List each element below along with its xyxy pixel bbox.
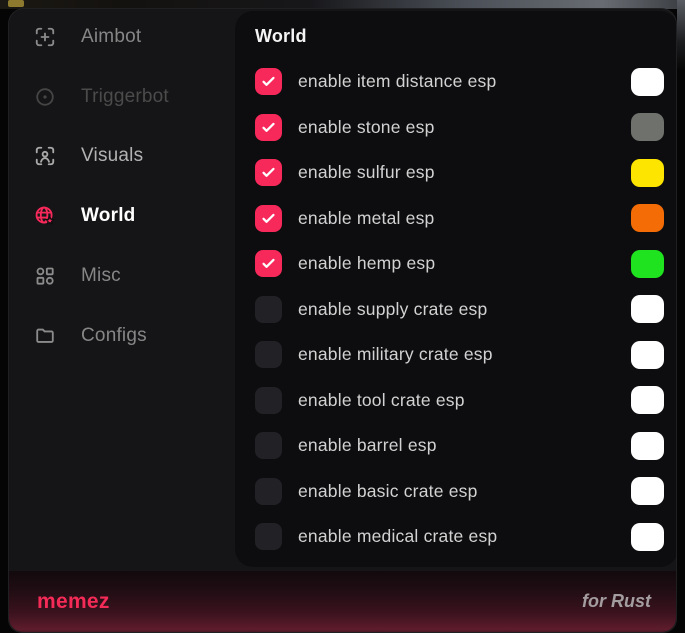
color-swatch[interactable] — [631, 295, 664, 323]
sidebar-item-misc[interactable]: Misc — [34, 256, 121, 296]
setting-label: enable barrel esp — [298, 435, 437, 456]
sidebar-item-world[interactable]: World — [34, 196, 135, 236]
sidebar-item-label: Misc — [81, 265, 121, 287]
setting-row: enable hemp esp — [255, 241, 664, 287]
checkmark-icon — [260, 255, 277, 272]
checkbox[interactable] — [255, 114, 282, 141]
sidebar-item-aimbot[interactable]: Aimbot — [34, 17, 141, 57]
setting-label: enable sulfur esp — [298, 162, 435, 183]
aimbot-crosshair-icon — [34, 26, 56, 48]
checkbox[interactable] — [255, 432, 282, 459]
setting-row: enable tool crate esp — [255, 378, 664, 424]
brand-name: memez — [37, 590, 110, 614]
setting-row: enable military crate esp — [255, 332, 664, 378]
cheat-menu-window: Aimbot Triggerbot Visuals — [8, 8, 677, 633]
setting-row: enable medical crate esp — [255, 514, 664, 560]
sidebar-item-label: Triggerbot — [81, 86, 169, 108]
setting-label: enable tool crate esp — [298, 390, 465, 411]
sidebar-item-label: Aimbot — [81, 26, 141, 48]
checkbox[interactable] — [255, 159, 282, 186]
checkmark-icon — [260, 119, 277, 136]
setting-label: enable stone esp — [298, 117, 435, 138]
checkbox[interactable] — [255, 341, 282, 368]
setting-row: enable basic crate esp — [255, 469, 664, 515]
misc-shapes-icon — [34, 265, 56, 287]
setting-label: enable hemp esp — [298, 253, 435, 274]
sidebar: Aimbot Triggerbot Visuals — [9, 9, 235, 569]
setting-row: enable supply crate esp — [255, 287, 664, 333]
checkmark-icon — [260, 210, 277, 227]
brand-tagline: for Rust — [582, 591, 651, 612]
color-swatch[interactable] — [631, 432, 664, 460]
game-background-speck — [8, 0, 24, 7]
setting-label: enable military crate esp — [298, 344, 493, 365]
color-swatch[interactable] — [631, 523, 664, 551]
sidebar-item-label: Visuals — [81, 145, 143, 167]
world-settings-panel: World enable item distance esp — [235, 11, 677, 567]
setting-label: enable medical crate esp — [298, 526, 497, 547]
sidebar-item-label: World — [81, 205, 135, 227]
sidebar-item-configs[interactable]: Configs — [34, 316, 147, 356]
color-swatch[interactable] — [631, 250, 664, 278]
setting-row: enable barrel esp — [255, 423, 664, 469]
setting-label: enable item distance esp — [298, 71, 496, 92]
color-swatch[interactable] — [631, 477, 664, 505]
settings-rows: enable item distance esp enable stone es… — [255, 59, 664, 567]
checkbox[interactable] — [255, 205, 282, 232]
setting-row — [255, 560, 664, 568]
sidebar-item-triggerbot[interactable]: Triggerbot — [34, 77, 169, 117]
screen: Aimbot Triggerbot Visuals — [0, 0, 685, 633]
checkmark-icon — [260, 164, 277, 181]
color-swatch[interactable] — [631, 113, 664, 141]
triggerbot-circle-icon — [34, 86, 56, 108]
checkbox[interactable] — [255, 68, 282, 95]
color-swatch[interactable] — [631, 204, 664, 232]
checkbox[interactable] — [255, 478, 282, 505]
setting-label: enable metal esp — [298, 208, 434, 229]
checkmark-icon — [260, 73, 277, 90]
checkbox[interactable] — [255, 250, 282, 277]
color-swatch[interactable] — [631, 68, 664, 96]
setting-row: enable item distance esp — [255, 59, 664, 105]
visuals-user-scan-icon — [34, 145, 56, 167]
color-swatch[interactable] — [631, 159, 664, 187]
world-globe-icon — [34, 205, 56, 227]
color-swatch[interactable] — [631, 341, 664, 369]
sidebar-item-label: Configs — [81, 325, 147, 347]
checkbox[interactable] — [255, 523, 282, 550]
setting-label: enable basic crate esp — [298, 481, 478, 502]
sidebar-item-visuals[interactable]: Visuals — [34, 136, 143, 176]
setting-label: enable supply crate esp — [298, 299, 487, 320]
setting-row: enable sulfur esp — [255, 150, 664, 196]
setting-row: enable stone esp — [255, 105, 664, 151]
configs-folder-icon — [34, 325, 56, 347]
panel-title: World — [255, 23, 664, 49]
setting-row: enable metal esp — [255, 196, 664, 242]
footer-bar: memez for Rust — [9, 571, 676, 632]
checkbox[interactable] — [255, 387, 282, 414]
checkbox[interactable] — [255, 296, 282, 323]
game-background-right-sliver — [677, 0, 685, 70]
color-swatch[interactable] — [631, 386, 664, 414]
